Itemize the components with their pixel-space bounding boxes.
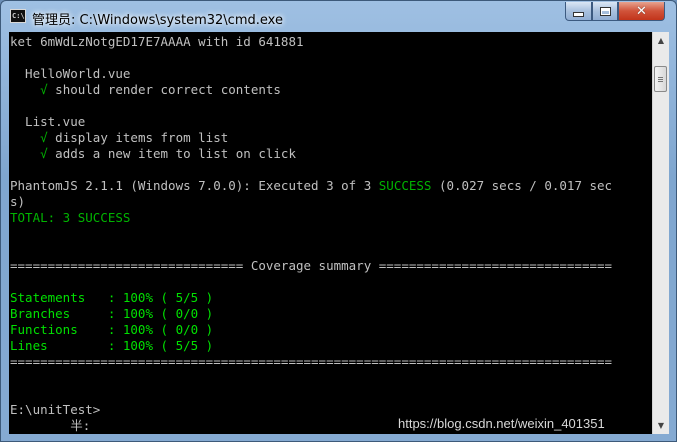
- execution-summary-prefix: PhantomJS 2.1.1 (Windows 7.0.0): Execute…: [10, 178, 379, 193]
- test-file-list: List.vue: [10, 114, 86, 129]
- console-output[interactable]: ket 6mWdLzNotgED17E7AAAA with id 641881 …: [9, 32, 652, 434]
- test-result-line: √ display items from list: [10, 130, 228, 146]
- check-icon: √: [10, 82, 48, 97]
- total-line: TOTAL: 3 SUCCESS: [10, 210, 131, 225]
- grip-line: [658, 79, 663, 80]
- execution-timing: (0.027 secs / 0.017 sec: [431, 178, 613, 193]
- test-file-helloworld: HelloWorld.vue: [10, 66, 131, 81]
- cmd-icon[interactable]: C:\: [10, 9, 26, 23]
- ime-indicator: 半:: [10, 418, 91, 433]
- coverage-header: =============================== Coverage…: [10, 258, 613, 273]
- success-label: SUCCESS: [378, 178, 432, 193]
- maximize-button[interactable]: [592, 2, 618, 21]
- close-button[interactable]: ✕: [618, 2, 665, 21]
- test-name: display items from list: [47, 130, 229, 145]
- grip-line: [658, 81, 663, 82]
- resize-grip-icon[interactable]: [669, 434, 676, 441]
- test-name: should render correct contents: [47, 82, 281, 97]
- minimize-button[interactable]: [565, 2, 592, 21]
- vertical-scrollbar[interactable]: ▲ ▼: [652, 32, 669, 434]
- coverage-row-functions: Functions : 100% ( 0/0 ): [10, 322, 214, 337]
- coverage-row-statements: Statements : 100% ( 5/5 ): [10, 290, 214, 305]
- test-result-line: √ adds a new item to list on click: [10, 146, 296, 162]
- test-result-line: √ should render correct contents: [10, 82, 281, 98]
- console-line-ket: ket 6mWdLzNotgED17E7AAAA with id 641881: [10, 34, 304, 49]
- grip-line: [658, 77, 663, 78]
- test-name: adds a new item to list on click: [47, 146, 296, 161]
- cmd-window: C:\ 管理员: C:\Windows\system32\cmd.exe ✕ k…: [0, 0, 677, 442]
- check-icon: √: [10, 146, 48, 161]
- execution-summary-wrap: s): [10, 194, 26, 209]
- execution-summary-line: PhantomJS 2.1.1 (Windows 7.0.0): Execute…: [10, 178, 612, 194]
- command-prompt[interactable]: E:\unitTest>: [10, 402, 100, 418]
- coverage-row-lines: Lines : 100% ( 5/5 ): [10, 338, 214, 353]
- scroll-down-icon[interactable]: ▼: [653, 417, 669, 434]
- maximize-icon: [599, 6, 611, 16]
- scroll-up-icon[interactable]: ▲: [653, 32, 669, 49]
- watermark: https://blog.csdn.net/weixin_401351: [398, 416, 605, 431]
- check-icon: √: [10, 130, 48, 145]
- minimize-icon: [573, 11, 584, 17]
- close-icon: ✕: [636, 3, 647, 19]
- coverage-footer: ========================================…: [10, 354, 613, 369]
- scrollbar-thumb[interactable]: [654, 66, 667, 92]
- coverage-row-branches: Branches : 100% ( 0/0 ): [10, 306, 214, 321]
- window-title: 管理员: C:\Windows\system32\cmd.exe: [32, 13, 283, 28]
